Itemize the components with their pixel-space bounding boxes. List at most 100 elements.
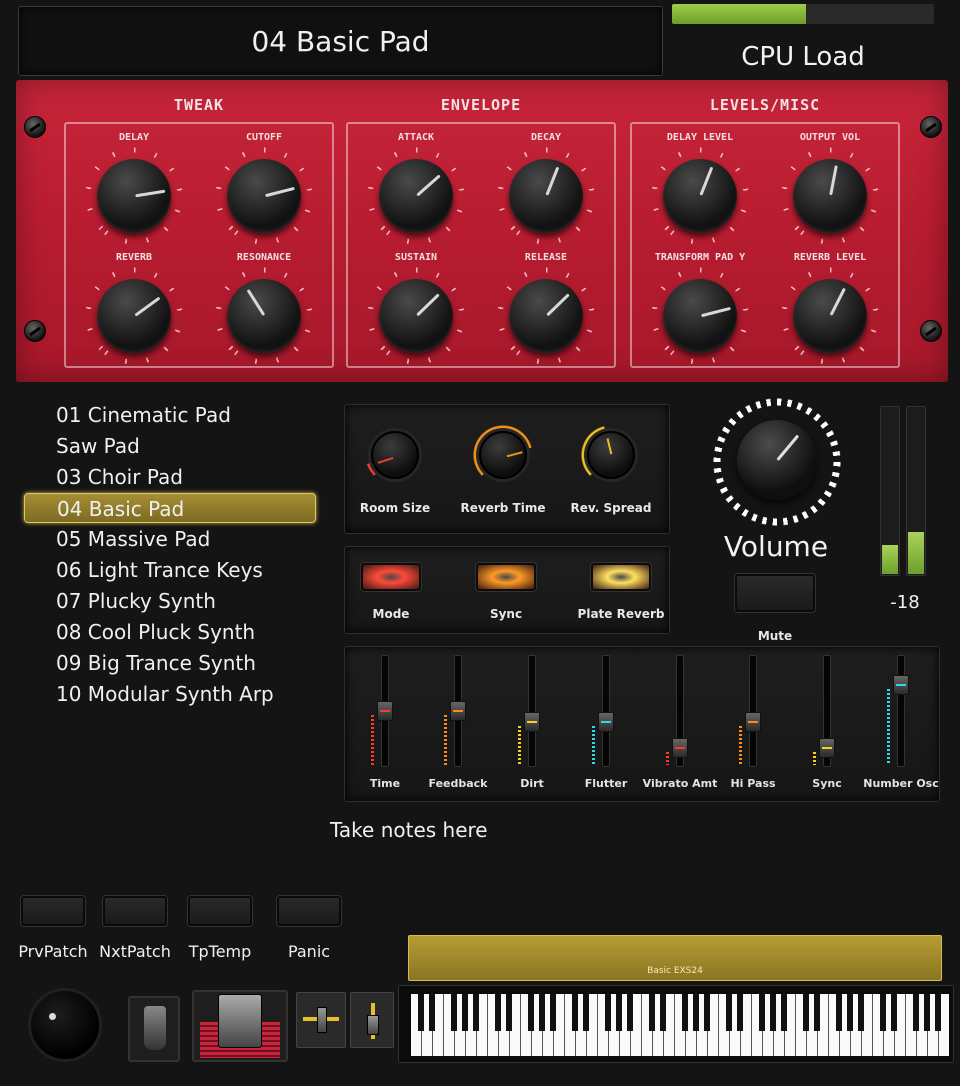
volume-indicator — [776, 434, 800, 461]
mute-button[interactable] — [735, 574, 815, 612]
reverb-knob[interactable] — [587, 431, 635, 479]
mode-panel: Mode Sync Plate Reverb — [344, 546, 670, 634]
knob-label: DELAY — [118, 132, 150, 143]
transport-button-label: Panic — [287, 942, 331, 961]
smart-knob[interactable] — [663, 159, 737, 233]
fader-track — [528, 655, 536, 767]
fader-level-dots — [887, 687, 890, 765]
preset-item[interactable]: 06 Light Trance Keys — [24, 555, 316, 585]
knob-label: DECAY — [530, 132, 562, 143]
smart-knob[interactable] — [509, 279, 583, 353]
preset-item[interactable]: 05 Massive Pad — [24, 524, 316, 554]
mod-wheel-handle — [367, 1015, 379, 1035]
smart-knob[interactable] — [227, 159, 301, 233]
smart-knob[interactable] — [663, 279, 737, 353]
pitch-knob-dot — [49, 1013, 56, 1020]
reverb-panel: Room Size Reverb Time Rev. Spread — [344, 404, 670, 534]
pitch-wheel-knob[interactable] — [28, 988, 102, 1062]
transport-button[interactable] — [103, 896, 167, 926]
smart-knob[interactable] — [97, 159, 171, 233]
knob-label: OUTPUT VOL — [799, 132, 861, 143]
mode-toggle-button[interactable] — [591, 563, 651, 591]
knob-indicator — [699, 166, 714, 196]
reverb-knob[interactable] — [479, 431, 527, 479]
transport-button[interactable] — [21, 896, 85, 926]
knob-indicator — [506, 451, 523, 458]
fader-handle[interactable] — [598, 712, 614, 733]
reverb-knob[interactable] — [371, 431, 419, 479]
pedal-top-icon — [218, 994, 262, 1048]
smart-knob[interactable] — [793, 279, 867, 353]
smart-knob[interactable] — [379, 279, 453, 353]
smart-knob[interactable] — [793, 159, 867, 233]
fader-handle[interactable] — [450, 701, 466, 721]
screw-icon — [24, 320, 46, 342]
knob-label: RESONANCE — [236, 252, 292, 263]
smart-knob[interactable] — [379, 159, 453, 233]
reverb-knob-label: Reverb Time — [460, 501, 546, 515]
piano-keys[interactable] — [411, 994, 949, 1056]
black-keys[interactable] — [411, 994, 949, 1032]
knob-indicator — [135, 189, 166, 198]
level-meter-right — [906, 406, 926, 576]
preset-item-selected[interactable]: 04 Basic Pad — [24, 493, 316, 523]
fader-handle[interactable] — [672, 737, 688, 758]
mode-toggle-button[interactable] — [476, 563, 536, 591]
fader-handle[interactable] — [893, 675, 909, 696]
knob-indicator — [416, 174, 441, 197]
fader-level-dots — [371, 713, 374, 765]
fader-handle-line — [527, 721, 537, 724]
fader-handle-line — [896, 684, 906, 687]
sustain-pedal[interactable] — [128, 996, 180, 1062]
fader-track — [897, 655, 905, 767]
preset-item[interactable]: 10 Modular Synth Arp — [24, 679, 316, 709]
mod-wheel-slider[interactable] — [350, 992, 394, 1048]
reverb-knob-label: Room Size — [359, 501, 431, 515]
transport-button[interactable] — [188, 896, 252, 926]
knob-label: REVERB LEVEL — [793, 252, 867, 263]
screw-icon — [24, 116, 46, 138]
fader-handle[interactable] — [819, 737, 835, 758]
fader-level-dots — [813, 749, 816, 765]
mute-label: Mute — [757, 629, 793, 643]
knob-label: CUTOFF — [245, 132, 283, 143]
meter-value: -18 — [890, 592, 920, 613]
patch-name: 04 Basic Pad — [251, 24, 430, 58]
preset-item[interactable]: 08 Cool Pluck Synth — [24, 617, 316, 647]
smart-knob[interactable] — [97, 279, 171, 353]
smart-knob[interactable] — [509, 159, 583, 233]
piano-keyboard[interactable] — [398, 985, 954, 1063]
level-meter-left-fill — [882, 545, 898, 574]
pitch-bend-handle — [317, 1007, 327, 1033]
preset-item[interactable]: Saw Pad — [24, 431, 316, 461]
knob-indicator — [546, 293, 570, 317]
knob-indicator — [134, 296, 161, 317]
fader-handle[interactable] — [524, 712, 540, 733]
pedal-lever-icon — [144, 1006, 166, 1050]
fader-handle[interactable] — [377, 701, 393, 721]
level-meter-right-fill — [908, 532, 924, 574]
knob-indicator — [377, 456, 394, 464]
expression-pedal[interactable] — [192, 990, 288, 1062]
transport-button[interactable] — [277, 896, 341, 926]
notes-field[interactable]: Take notes here — [330, 818, 488, 842]
mode-button-label: Plate Reverb — [577, 607, 665, 621]
knob-indicator — [416, 293, 440, 317]
fader-handle[interactable] — [745, 712, 761, 733]
instrument-name: Basic EXS24 — [647, 966, 703, 976]
fader-panel: Time Feedback Dirt Flutter Vibrato Amt Hi Pas… — [344, 646, 940, 802]
mode-toggle-button[interactable] — [361, 563, 421, 591]
smart-knob[interactable] — [227, 279, 301, 353]
fader-level-dots — [666, 749, 669, 765]
transport-button-label: PrvPatch — [18, 942, 88, 961]
preset-item[interactable]: 03 Choir Pad — [24, 462, 316, 492]
pitch-bend-slider[interactable] — [296, 992, 346, 1048]
fader-track — [602, 655, 610, 767]
transport-button-label: NxtPatch — [99, 942, 171, 961]
volume-knob[interactable] — [737, 420, 817, 500]
knob-label: TRANSFORM PAD Y — [654, 252, 746, 263]
smart-controls-panel: TWEAK DELAY CUTOFF REVERB RESONANCE ENVELOPE A… — [16, 80, 948, 382]
preset-item[interactable]: 09 Big Trance Synth — [24, 648, 316, 678]
preset-item[interactable]: 07 Plucky Synth — [24, 586, 316, 616]
preset-item[interactable]: 01 Cinematic Pad — [24, 400, 316, 430]
